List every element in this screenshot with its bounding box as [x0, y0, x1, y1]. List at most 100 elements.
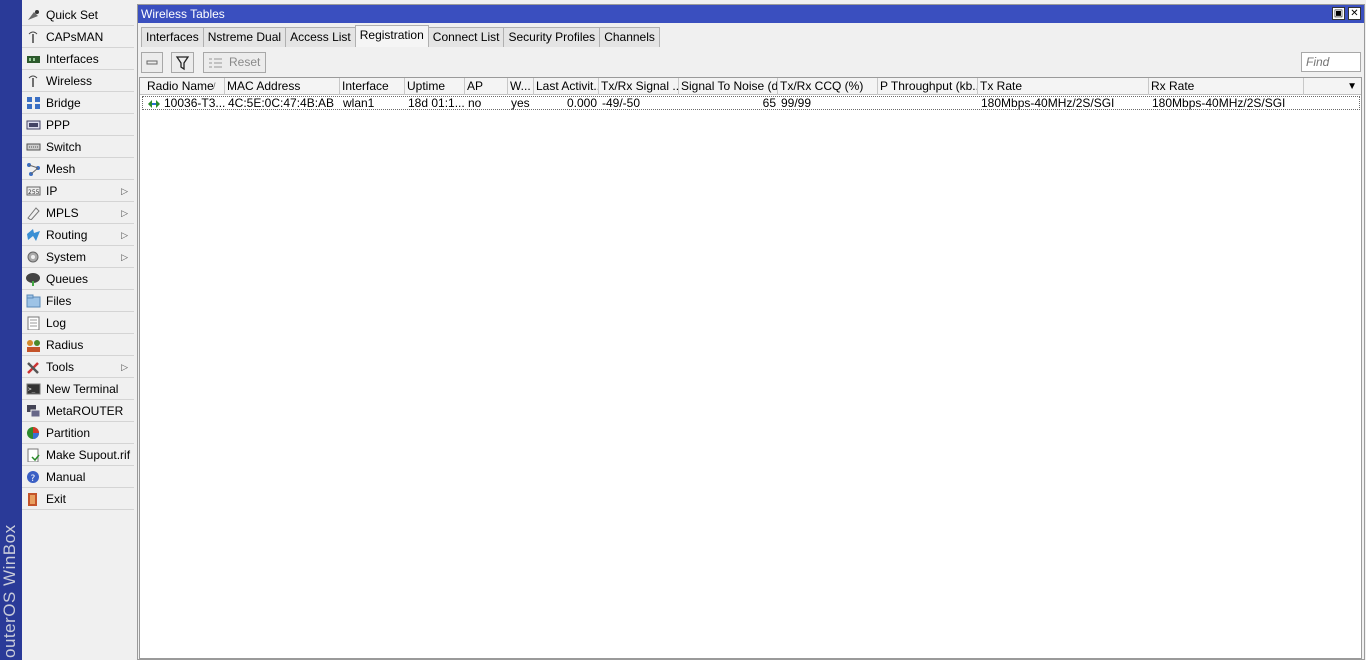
column-header[interactable]: Tx Rate: [978, 78, 1149, 95]
bridge-icon: [27, 97, 40, 109]
sidebar-item-label: Files: [46, 294, 72, 308]
table-cell: 65: [762, 97, 776, 110]
table-row[interactable]: 10036-T3... 4C:5E:0C:47:4B:AB wlan1 18d 01:…: [142, 96, 1360, 110]
sidebar-item-label: Radius: [46, 338, 84, 352]
interfaces-icon: [27, 56, 40, 63]
reset-label: Reset: [229, 55, 261, 69]
sidebar-menu: Quick Set CAPsMAN Interfaces Wireless Bridge…: [22, 4, 134, 660]
sidebar-item-queues[interactable]: Queues: [22, 268, 134, 290]
tools-icon: [27, 362, 39, 374]
table-header: Radio Name MAC Address Interface Uptime AP W.…: [140, 78, 1361, 95]
sidebar-item-switch[interactable]: Switch: [22, 136, 134, 158]
column-header[interactable]: Tx/Rx CCQ (%): [778, 78, 878, 95]
log-icon: [27, 316, 40, 330]
tab-security-profiles[interactable]: Security Profiles: [503, 27, 601, 47]
sidebar-item-exit[interactable]: Exit: [22, 488, 134, 510]
sidebar-item-label: Routing: [46, 228, 88, 242]
table-cell: wlan1: [343, 97, 375, 110]
files-icon: [26, 294, 41, 308]
column-header[interactable]: Signal To Noise (d...: [679, 78, 778, 95]
sidebar-item-files[interactable]: Files: [22, 290, 134, 312]
sidebar-item-label: IP: [46, 184, 58, 198]
restore-icon[interactable]: ▣: [1332, 7, 1345, 20]
sidebar-item-bridge[interactable]: Bridge: [22, 92, 134, 114]
sort-ascending-icon: /: [213, 81, 216, 91]
column-header[interactable]: AP: [465, 78, 508, 95]
find-input[interactable]: [1301, 52, 1361, 72]
sidebar-item-wireless[interactable]: Wireless: [22, 70, 134, 92]
metarouter-icon: [27, 405, 41, 418]
sidebar-item-ip[interactable]: 255 IP ▷: [22, 180, 134, 202]
sidebar-item-label: Log: [46, 316, 67, 330]
sidebar-item-metarouter[interactable]: MetaROUTER: [22, 400, 134, 422]
sidebar-item-quick-set[interactable]: Quick Set: [22, 4, 134, 26]
sidebar-item-log[interactable]: Log: [22, 312, 134, 334]
tab-bar: Interfaces Nstreme Dual Access List Registr…: [141, 25, 660, 48]
table-cell: 180Mbps-40MHz/2S/SGI: [981, 97, 1115, 110]
svg-text:?: ?: [31, 474, 36, 484]
column-header[interactable]: W...: [508, 78, 534, 95]
sidebar-item-label: Tools: [46, 360, 75, 374]
wireless-icon: [28, 75, 38, 87]
reset-button[interactable]: Reset: [203, 52, 266, 73]
table-cell: [879, 97, 979, 110]
tab-channels[interactable]: Channels: [599, 27, 660, 47]
column-chooser-icon[interactable]: ▼: [1347, 78, 1357, 95]
sidebar-item-ppp[interactable]: PPP: [22, 114, 134, 136]
column-header[interactable]: Tx/Rx Signal ...: [599, 78, 679, 95]
tab-registration[interactable]: Registration: [354, 25, 429, 47]
sidebar-item-label: Queues: [46, 272, 89, 286]
sidebar-item-make-supout-rif[interactable]: Make Supout.rif: [22, 444, 134, 466]
submenu-arrow-icon: ▷: [121, 230, 128, 240]
column-header[interactable]: P Throughput (kb...: [878, 78, 978, 95]
sidebar-item-label: Switch: [46, 140, 82, 154]
sidebar-item-capsman[interactable]: CAPsMAN: [22, 26, 134, 48]
filter-button[interactable]: [171, 52, 194, 73]
column-header[interactable]: Interface: [340, 78, 405, 95]
table-cell: 10036-T3...: [164, 97, 226, 110]
table-cell: 18d 01:1...: [408, 97, 465, 110]
quick-set-icon: [28, 10, 39, 20]
submenu-arrow-icon: ▷: [121, 362, 128, 372]
window-title-bar[interactable]: Wireless Tables ▣ ✕: [138, 5, 1364, 23]
sidebar-item-partition[interactable]: Partition: [22, 422, 134, 444]
switch-icon: [26, 143, 41, 151]
close-icon[interactable]: ✕: [1348, 7, 1361, 20]
tab-connect-list[interactable]: Connect List: [427, 27, 505, 47]
minus-button[interactable]: [141, 52, 163, 73]
sidebar-item-radius[interactable]: Radius: [22, 334, 134, 356]
toolbar: Reset: [138, 50, 1364, 78]
system-icon: [27, 251, 39, 263]
sidebar-item-label: Partition: [46, 426, 91, 440]
table-cell: 4C:5E:0C:47:4B:AB: [228, 97, 335, 110]
column-header[interactable]: Last Activit...: [534, 78, 599, 95]
tab-nstreme-dual[interactable]: Nstreme Dual: [202, 27, 287, 47]
submenu-arrow-icon: ▷: [121, 186, 128, 196]
sidebar-item-routing[interactable]: Routing ▷: [22, 224, 134, 246]
brand-strip: outerOS WinBox: [0, 0, 22, 660]
terminal-icon: >_: [26, 383, 41, 395]
sidebar-item-label: MPLS: [46, 206, 79, 220]
table-cell: yes: [511, 97, 530, 110]
sidebar-item-mpls[interactable]: MPLS ▷: [22, 202, 134, 224]
reset-icon: [209, 58, 222, 68]
tab-access-list[interactable]: Access List: [285, 27, 356, 47]
partition-icon: [27, 427, 39, 439]
sidebar-item-system[interactable]: System ▷: [22, 246, 134, 268]
table-cell: no: [468, 97, 482, 110]
sidebar-item-label: Wireless: [46, 74, 93, 88]
sidebar-item-tools[interactable]: Tools ▷: [22, 356, 134, 378]
sidebar-item-interfaces[interactable]: Interfaces: [22, 48, 134, 70]
exit-icon: [28, 493, 37, 506]
tab-interfaces[interactable]: Interfaces: [141, 27, 204, 47]
column-header[interactable]: Rx Rate: [1149, 78, 1304, 95]
column-header[interactable]: Uptime: [405, 78, 465, 95]
submenu-arrow-icon: ▷: [121, 208, 128, 218]
minus-icon: [146, 60, 158, 65]
sidebar-item-label: New Terminal: [46, 382, 119, 396]
table-cell: 180Mbps-40MHz/2S/SGI: [1152, 97, 1286, 110]
sidebar-item-manual[interactable]: ? Manual: [22, 466, 134, 488]
column-header[interactable]: MAC Address: [225, 78, 340, 95]
sidebar-item-new-terminal[interactable]: >_ New Terminal: [22, 378, 134, 400]
sidebar-item-mesh[interactable]: Mesh: [22, 158, 134, 180]
